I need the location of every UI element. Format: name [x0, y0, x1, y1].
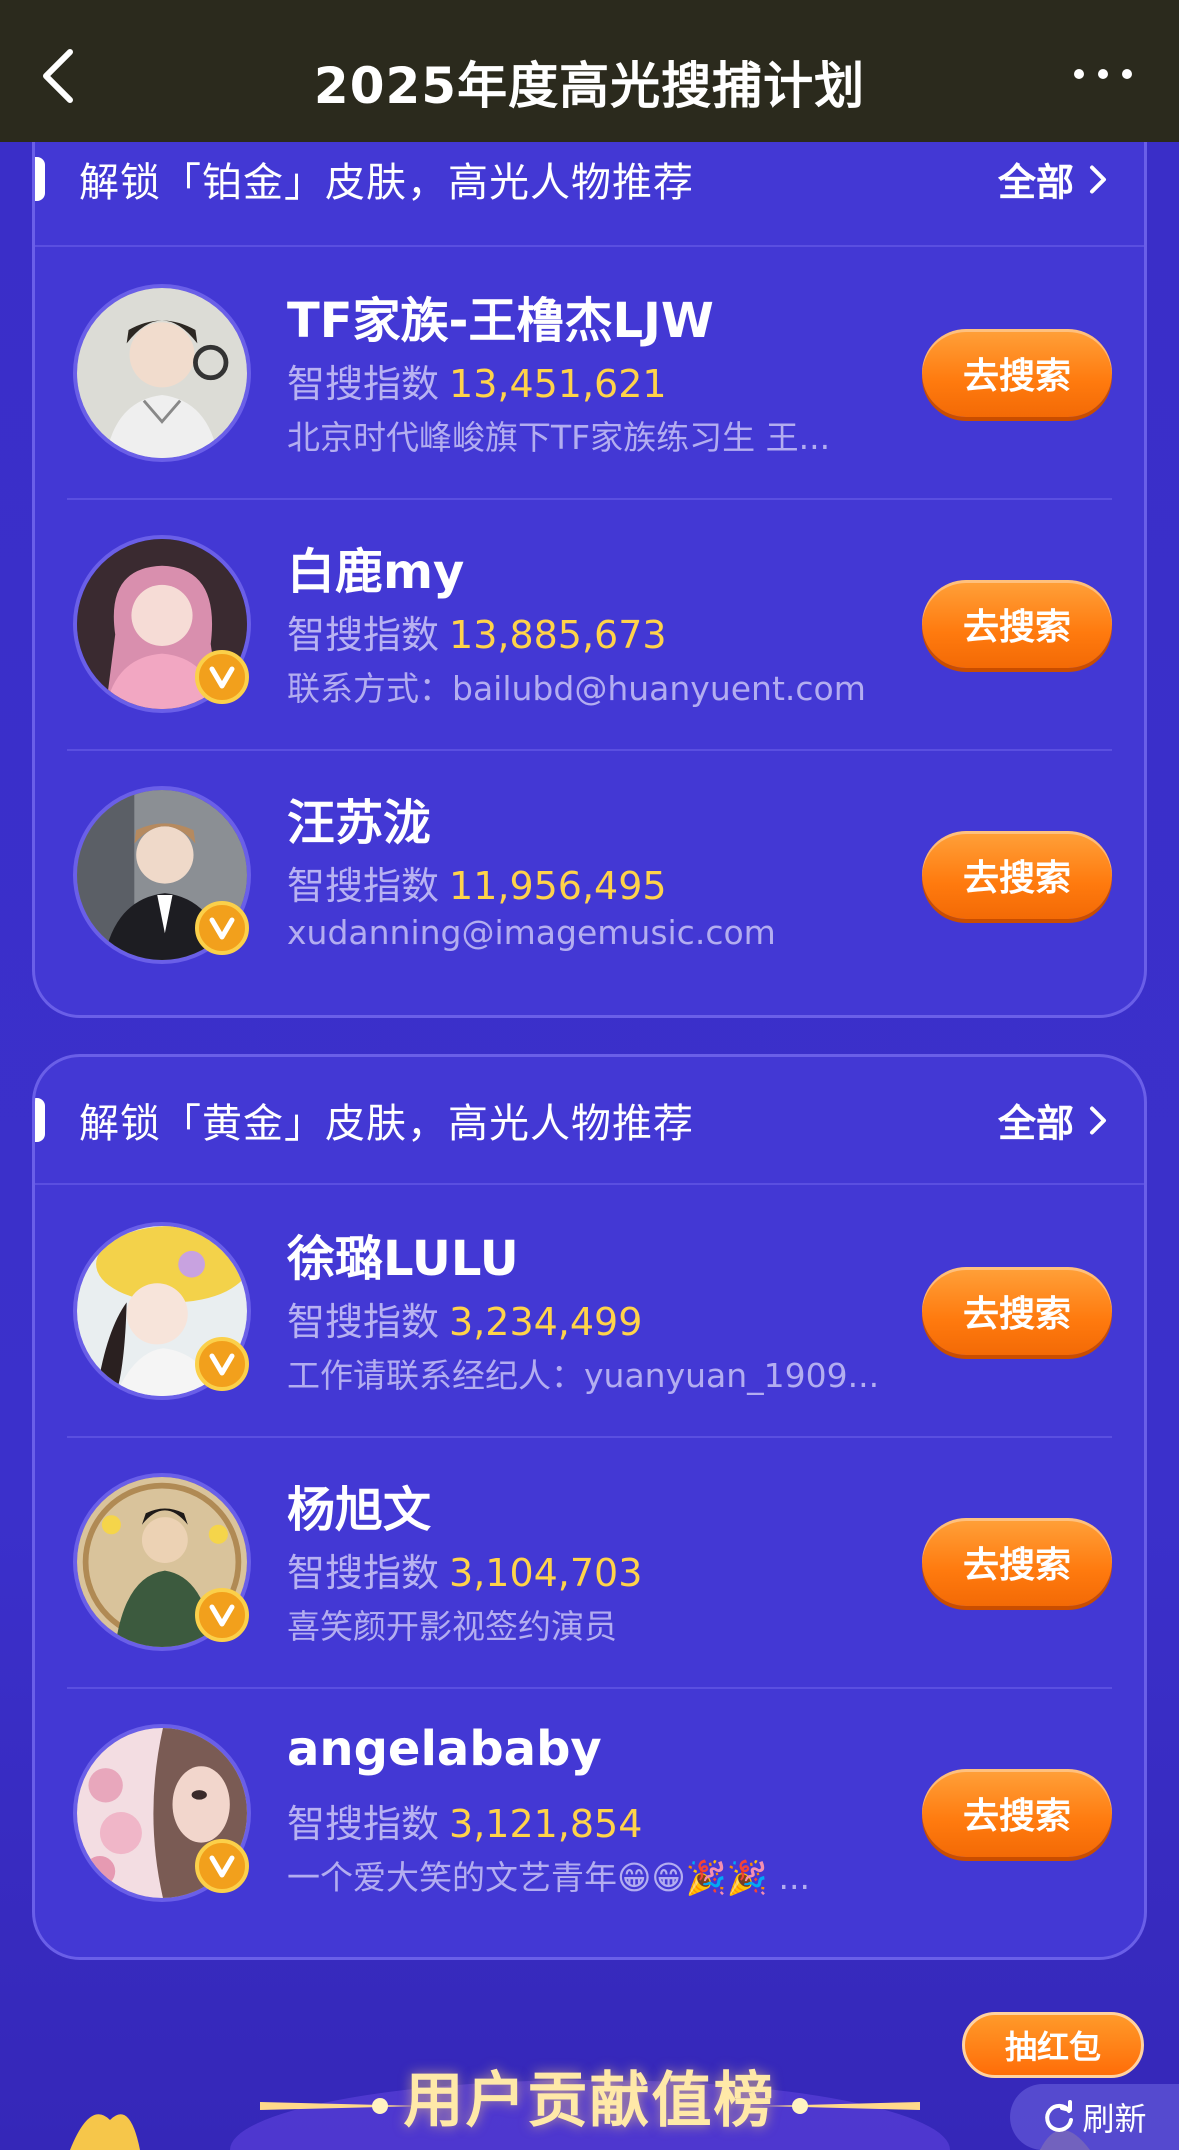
person-name: TF家族-王橹杰LJW: [287, 293, 714, 349]
page: 2025年度高光搜捕计划 解锁「铂金」皮肤，高光人物推荐 全部 TF家族-王橹杰…: [0, 0, 1179, 2150]
search-index-value: 3,234,499: [449, 1300, 643, 1344]
person-name: 白鹿my: [287, 544, 465, 600]
person-name: 杨旭文: [287, 1482, 432, 1538]
search-index-value: 13,885,673: [449, 613, 667, 657]
search-index: 智搜指数 3,121,854: [287, 1793, 642, 1848]
person-row[interactable]: 白鹿my 智搜指数 13,885,673 联系方式：bailubd@huanyue…: [35, 498, 1144, 749]
person-row[interactable]: TF家族-王橹杰LJW 智搜指数 13,451,621 北京时代峰峻旗下TF家族练…: [35, 247, 1144, 498]
chevron-right-icon: [1090, 165, 1106, 193]
search-index: 智搜指数 11,956,495: [287, 855, 667, 910]
verified-badge-icon: [195, 649, 249, 704]
platinum-recommendation-panel: 解锁「铂金」皮肤，高光人物推荐 全部 TF家族-王橹杰LJW 智搜指数 13,45…: [32, 110, 1147, 1018]
go-search-button[interactable]: 去搜索: [922, 328, 1112, 417]
verified-badge-icon: [195, 900, 249, 955]
draw-red-packet-button[interactable]: 抽红包: [962, 2012, 1144, 2078]
person-description: 喜笑颜开影视签约演员: [287, 1607, 617, 1646]
search-index-label: 智搜指数: [287, 613, 440, 657]
search-index-value: 13,451,621: [449, 362, 667, 406]
view-all-label: 全部: [997, 1101, 1074, 1146]
search-index: 智搜指数 13,885,673: [287, 604, 667, 659]
avatar[interactable]: [73, 283, 251, 462]
verified-badge-icon: [195, 1838, 249, 1893]
person-row[interactable]: angelababy 智搜指数 3,121,854 一个爱大笑的文艺青年😁😁🎉🎉 …: [35, 1687, 1144, 1938]
view-all-link[interactable]: 全部: [998, 1093, 1108, 1148]
person-name: 汪苏泷: [287, 795, 432, 851]
search-index-label: 智搜指数: [287, 362, 440, 406]
refresh-icon: [1045, 2100, 1074, 2132]
go-search-button[interactable]: 去搜索: [922, 1768, 1112, 1857]
go-search-button[interactable]: 去搜索: [922, 579, 1112, 668]
person-description: xudanning@imagemusic.com: [287, 913, 776, 952]
go-search-button[interactable]: 去搜索: [922, 830, 1112, 919]
person-description: 联系方式：bailubd@huanyuent.com: [287, 669, 866, 708]
gold-recommendation-panel: 解锁「黄金」皮肤，高光人物推荐 全部 徐璐LULU 智搜指数 3,234,499 …: [32, 1054, 1147, 1960]
search-index-value: 3,121,854: [449, 1802, 643, 1846]
chevron-right-icon: [1090, 1106, 1106, 1134]
search-index-label: 智搜指数: [287, 864, 440, 908]
verified-badge-icon: [195, 1336, 249, 1391]
person-row[interactable]: 汪苏泷 智搜指数 11,956,495 xudanning@imagemusic.…: [35, 749, 1144, 1000]
header-marker: [35, 157, 45, 201]
person-description: 一个爱大笑的文艺青年😁😁🎉🎉 ...: [287, 1858, 810, 1897]
section-title: 解锁「黄金」皮肤，高光人物推荐: [79, 1101, 694, 1147]
search-index-label: 智搜指数: [287, 1300, 440, 1344]
panel-header: 解锁「黄金」皮肤，高光人物推荐 全部: [35, 1057, 1144, 1185]
section-title: 解锁「铂金」皮肤，高光人物推荐: [79, 160, 694, 206]
person-name: angelababy: [287, 1721, 602, 1777]
go-search-button[interactable]: 去搜索: [922, 1517, 1112, 1606]
view-all-link[interactable]: 全部: [998, 152, 1108, 207]
person-name: 徐璐LULU: [287, 1231, 519, 1287]
top-nav-bar: 2025年度高光搜捕计划: [0, 0, 1179, 142]
search-index-label: 智搜指数: [287, 1802, 440, 1846]
person-row[interactable]: 徐璐LULU 智搜指数 3,234,499 工作请联系经纪人：yuanyuan_1…: [35, 1185, 1144, 1436]
refresh-label: 刷新: [1082, 2100, 1147, 2138]
more-options-icon[interactable]: [1071, 62, 1135, 86]
search-index: 智搜指数 3,104,703: [287, 1542, 642, 1597]
verified-badge-icon: [195, 1587, 249, 1642]
search-index-value: 3,104,703: [449, 1551, 643, 1595]
search-index: 智搜指数 13,451,621: [287, 353, 667, 408]
search-index-value: 11,956,495: [449, 864, 667, 908]
header-marker: [35, 1098, 45, 1142]
view-all-label: 全部: [997, 160, 1074, 205]
go-search-button[interactable]: 去搜索: [922, 1266, 1112, 1355]
page-title: 2025年度高光搜捕计划: [313, 57, 866, 115]
search-index-label: 智搜指数: [287, 1551, 440, 1595]
person-description: 北京时代峰峻旗下TF家族练习生 王...: [287, 418, 831, 457]
person-description: 工作请联系经纪人：yuanyuan_1909...: [287, 1356, 880, 1395]
search-index: 智搜指数 3,234,499: [287, 1291, 642, 1346]
person-row[interactable]: 杨旭文 智搜指数 3,104,703 喜笑颜开影视签约演员 去搜索: [35, 1436, 1144, 1687]
refresh-button[interactable]: 刷新: [1010, 2084, 1179, 2150]
